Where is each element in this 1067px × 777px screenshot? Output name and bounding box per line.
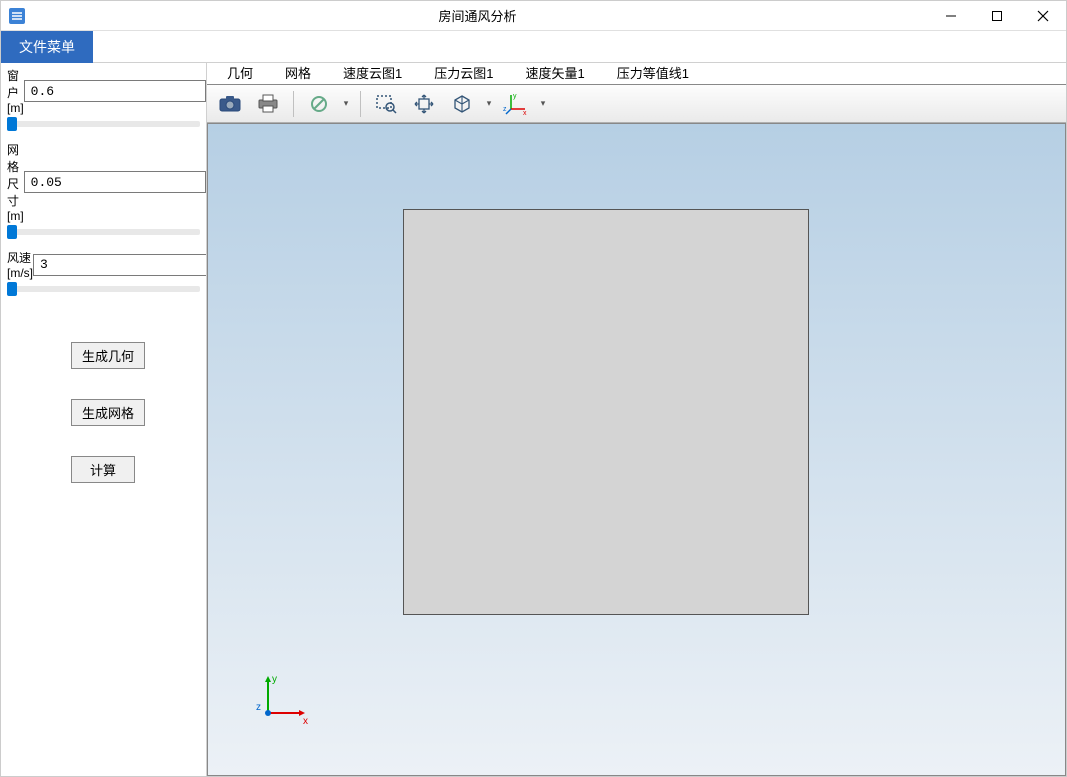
axis-x-label: x (303, 716, 308, 727)
maximize-button[interactable] (974, 1, 1020, 31)
file-menu-button[interactable]: 文件菜单 (1, 31, 93, 63)
tab-pressure-contour[interactable]: 压力云图1 (424, 61, 503, 84)
param-window: 窗户[m] (1, 65, 206, 117)
geometry-box (403, 209, 809, 615)
close-button[interactable] (1020, 1, 1066, 31)
slider-thumb[interactable] (7, 282, 17, 296)
svg-text:y: y (513, 93, 517, 100)
dropdown-arrow-icon[interactable]: ▾ (537, 98, 549, 109)
tab-geometry[interactable]: 几何 (217, 61, 263, 84)
param-wind: 风速[m/s] (1, 247, 206, 282)
generate-mesh-button[interactable]: 生成网格 (71, 399, 145, 426)
tab-velocity-vector[interactable]: 速度矢量1 (516, 61, 595, 84)
camera-icon[interactable] (213, 89, 247, 119)
separator (293, 91, 294, 117)
main-panel: 几何 网格 速度云图1 压力云图1 速度矢量1 压力等值线1 ▾ ▾ (206, 63, 1066, 776)
minimize-button[interactable] (928, 1, 974, 31)
mesh-input[interactable] (24, 171, 206, 193)
axis-z-label: z (256, 702, 261, 713)
param-mesh: 网格尺寸[m] (1, 139, 206, 225)
svg-text:z: z (503, 106, 507, 113)
tab-bar: 几何 网格 速度云图1 压力云图1 速度矢量1 压力等值线1 (207, 63, 1066, 85)
separator (360, 91, 361, 117)
compute-button[interactable]: 计算 (71, 456, 135, 483)
window-title: 房间通风分析 (27, 6, 928, 25)
toolbar: ▾ ▾ y x z ▾ (207, 85, 1066, 123)
axis-triad: y x z (253, 668, 313, 731)
print-icon[interactable] (251, 89, 285, 119)
pan-icon[interactable] (407, 89, 441, 119)
wind-input[interactable] (33, 254, 215, 276)
mesh-label: 网格尺寸[m] (5, 141, 24, 223)
window-input[interactable] (24, 80, 206, 102)
zoom-region-icon[interactable] (369, 89, 403, 119)
svg-text:x: x (523, 110, 527, 117)
viewport-3d[interactable]: y x z (207, 123, 1066, 776)
dropdown-arrow-icon[interactable]: ▾ (340, 98, 352, 109)
mesh-slider[interactable] (7, 229, 200, 235)
tab-velocity-contour[interactable]: 速度云图1 (333, 61, 412, 84)
menu-bar: 文件菜单 (1, 31, 1066, 63)
slider-thumb[interactable] (7, 117, 17, 131)
app-icon (7, 6, 27, 26)
action-buttons: 生成几何 生成网格 计算 (1, 342, 206, 513)
rotate-3d-icon[interactable] (445, 89, 479, 119)
wind-slider[interactable] (7, 286, 200, 292)
app-window: 房间通风分析 文件菜单 窗户[m] 网格尺寸[m] 风速[m/s] (0, 0, 1067, 777)
window-label: 窗户[m] (5, 67, 24, 115)
disable-icon[interactable] (302, 89, 336, 119)
slider-thumb[interactable] (7, 225, 17, 239)
tab-pressure-isoline[interactable]: 压力等值线1 (607, 61, 699, 84)
axis-orientation-icon[interactable]: y x z (499, 89, 533, 119)
tab-mesh[interactable]: 网格 (275, 61, 321, 84)
titlebar: 房间通风分析 (1, 1, 1066, 31)
body: 窗户[m] 网格尺寸[m] 风速[m/s] 生成几何 生成网格 计算 (1, 63, 1066, 776)
axis-y-label: y (272, 674, 277, 685)
wind-label: 风速[m/s] (5, 249, 33, 280)
generate-geometry-button[interactable]: 生成几何 (71, 342, 145, 369)
sidebar: 窗户[m] 网格尺寸[m] 风速[m/s] 生成几何 生成网格 计算 (1, 63, 206, 776)
system-buttons (928, 1, 1066, 31)
dropdown-arrow-icon[interactable]: ▾ (483, 98, 495, 109)
window-slider[interactable] (7, 121, 200, 127)
